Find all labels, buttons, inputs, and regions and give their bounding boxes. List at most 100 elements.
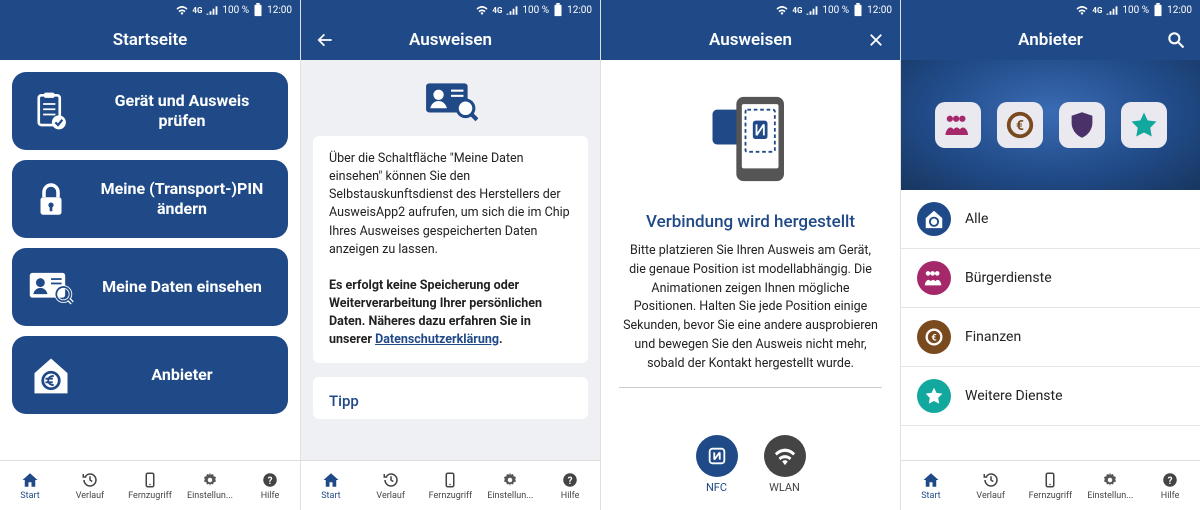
close-icon xyxy=(867,31,885,49)
help-icon: ? xyxy=(261,471,279,489)
search-button[interactable] xyxy=(1156,20,1196,60)
tip-heading: Tipp xyxy=(329,391,572,413)
nav-history[interactable]: Verlauf xyxy=(361,461,421,510)
signal-icon xyxy=(206,5,218,15)
search-icon xyxy=(1166,30,1186,50)
category-label: Weitere Dienste xyxy=(965,388,1063,404)
connecting-heading: Verbindung wird hergestellt xyxy=(646,212,855,232)
view-data-button[interactable]: Meine Daten einsehen xyxy=(12,248,288,326)
close-button[interactable] xyxy=(856,20,896,60)
help-icon: ? xyxy=(561,471,579,489)
category-row-all[interactable]: Alle xyxy=(901,190,1200,249)
nav-settings[interactable]: Einstellun... xyxy=(480,461,540,510)
nfc-option[interactable]: NFC xyxy=(696,435,738,494)
home-icon xyxy=(21,471,39,489)
main-content: Verbindung wird hergestellt Bitte platzi… xyxy=(601,60,900,510)
people-icon xyxy=(917,261,951,295)
signal-icon xyxy=(1106,5,1118,15)
page-title: Anbieter xyxy=(1018,30,1083,50)
history-icon xyxy=(382,471,400,489)
house-euro-icon xyxy=(28,352,74,398)
nav-help[interactable]: ?Hilfe xyxy=(540,461,600,510)
euro-coin-icon: € xyxy=(1005,110,1035,140)
nav-remote[interactable]: Fernzugriff xyxy=(1021,461,1081,510)
wlan-label: WLAN xyxy=(769,481,800,494)
wifi-icon xyxy=(764,435,806,477)
home-icon xyxy=(322,471,340,489)
nav-start[interactable]: Start xyxy=(901,461,961,510)
battery-icon xyxy=(1153,3,1163,17)
bottom-nav: Start Verlauf Fernzugriff Einstellun... … xyxy=(901,460,1200,510)
arrow-left-icon xyxy=(315,30,335,50)
signal-icon xyxy=(506,5,518,15)
euro-coin-icon: € xyxy=(917,320,951,354)
privacy-link[interactable]: Datenschutzerklärung xyxy=(375,332,499,347)
nav-settings[interactable]: Einstellun... xyxy=(180,461,240,510)
signal-icon xyxy=(806,5,818,15)
connection-options: NFC WLAN xyxy=(696,435,806,494)
battery-icon xyxy=(253,3,263,17)
history-icon xyxy=(982,471,1000,489)
nav-help[interactable]: ?Hilfe xyxy=(1140,461,1200,510)
info-card: Über die Schaltfläche "Meine Daten einse… xyxy=(313,136,588,363)
tip-card: Tipp xyxy=(313,377,588,419)
app-bar: Anbieter xyxy=(901,20,1200,60)
category-row-other[interactable]: Weitere Dienste xyxy=(901,367,1200,426)
lock-icon xyxy=(28,176,74,222)
wlan-option[interactable]: WLAN xyxy=(764,435,806,494)
id-card-search-icon xyxy=(28,264,74,310)
category-tile-other[interactable] xyxy=(1121,102,1167,148)
change-pin-button[interactable]: Meine (Transport-)PIN ändern xyxy=(12,160,288,238)
gear-icon xyxy=(501,471,519,489)
battery-text: 100 % xyxy=(522,5,549,16)
back-button[interactable] xyxy=(305,20,345,60)
connecting-body: Bitte platzieren Sie Ihren Ausweis am Ge… xyxy=(619,242,882,373)
svg-text:?: ? xyxy=(268,475,273,486)
nav-history[interactable]: Verlauf xyxy=(60,461,120,510)
category-row-citizens[interactable]: Bürgerdienste xyxy=(901,249,1200,308)
category-tile-citizens[interactable] xyxy=(935,102,981,148)
help-icon: ? xyxy=(1161,471,1179,489)
category-row-finance[interactable]: € Finanzen xyxy=(901,308,1200,367)
main-content: Über die Schaltfläche "Meine Daten einse… xyxy=(301,60,600,460)
nav-remote[interactable]: Fernzugriff xyxy=(120,461,180,510)
nav-start[interactable]: Start xyxy=(0,461,60,510)
clipboard-check-icon xyxy=(28,88,74,134)
nfc-label: NFC xyxy=(706,481,727,494)
main-content: Gerät und Ausweis prüfen Meine (Transpor… xyxy=(0,60,300,460)
wifi-icon xyxy=(176,5,188,15)
category-label: Finanzen xyxy=(965,329,1021,345)
wifi-icon xyxy=(1076,5,1088,15)
wifi-icon xyxy=(776,5,788,15)
nav-history[interactable]: Verlauf xyxy=(961,461,1021,510)
page-title: Ausweisen xyxy=(409,30,492,50)
category-tile-insurance[interactable] xyxy=(1059,102,1105,148)
status-bar: 4G 100 % 12:00 xyxy=(0,0,300,20)
check-device-label: Gerät und Ausweis prüfen xyxy=(92,91,272,131)
check-device-button[interactable]: Gerät und Ausweis prüfen xyxy=(12,72,288,150)
nav-start[interactable]: Start xyxy=(301,461,361,510)
clock-text: 12:00 xyxy=(1167,5,1192,16)
bottom-nav: Start Verlauf Fernzugriff Einstellun... … xyxy=(0,460,300,510)
app-bar: Ausweisen xyxy=(301,20,600,60)
provider-button[interactable]: Anbieter xyxy=(12,336,288,414)
view-data-label: Meine Daten einsehen xyxy=(92,277,272,297)
change-pin-label: Meine (Transport-)PIN ändern xyxy=(92,179,272,219)
category-tile-finance[interactable]: € xyxy=(997,102,1043,148)
nfc-icon xyxy=(696,435,738,477)
network-4g-icon: 4G xyxy=(1092,6,1102,15)
house-euro-icon xyxy=(917,202,951,236)
app-bar: Ausweisen xyxy=(601,20,900,60)
svg-text:€: € xyxy=(931,334,936,344)
nav-remote[interactable]: Fernzugriff xyxy=(421,461,481,510)
network-4g-icon: 4G xyxy=(792,6,802,15)
screen-ausweisen-connect: 4G 100 % 12:00 Ausweisen Verbindung wird… xyxy=(600,0,900,510)
nav-help[interactable]: ? Hilfe xyxy=(240,461,300,510)
app-bar: Startseite xyxy=(0,20,300,60)
category-tiles: € xyxy=(901,60,1200,190)
info-paragraph-1: Über die Schaltfläche "Meine Daten einse… xyxy=(329,150,572,259)
id-card-search-icon xyxy=(424,78,478,122)
nav-settings[interactable]: Einstellun... xyxy=(1080,461,1140,510)
svg-text:€: € xyxy=(1016,118,1024,134)
screen-ausweisen-info: 4G 100 % 12:00 Ausweisen Über die Schalt… xyxy=(300,0,600,510)
